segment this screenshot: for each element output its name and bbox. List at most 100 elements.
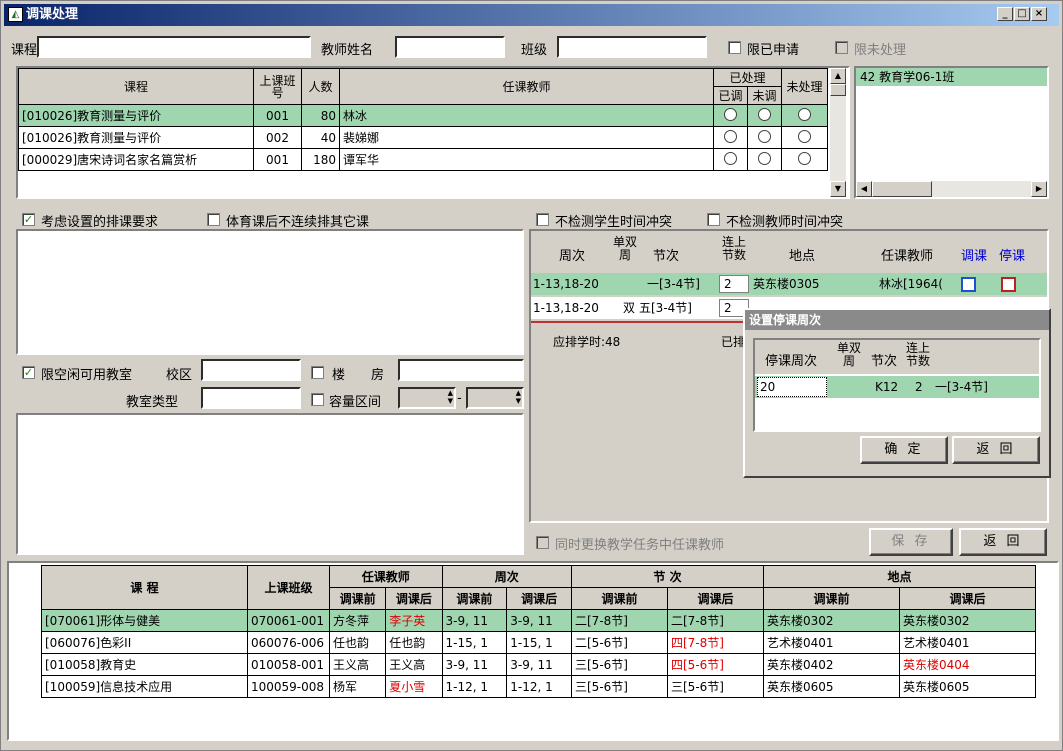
unprocessed-radio[interactable] [798, 129, 811, 143]
applied-only-checkbox[interactable] [728, 41, 741, 54]
unprocessed-radio[interactable] [798, 151, 811, 165]
table-row[interactable]: [000029]唐宋诗词名家名篇赏析 001 180 谭军华 [18, 148, 828, 171]
scroll-down-icon[interactable]: ▼ [830, 181, 846, 197]
dialog-ok-button[interactable]: 确 定 [860, 436, 948, 464]
dialog-row[interactable]: 20 K12 2 一[3-4节] [755, 376, 1039, 398]
col-not-adjusted: 未调 [747, 86, 782, 105]
table-row[interactable]: [070061]形体与健美 070061-001 方冬萍 李子英 3-9, 11… [41, 609, 1036, 632]
spinner-arrows-icon[interactable]: ▲ ▼ [516, 389, 521, 405]
chg-col-period: 节 次 [571, 565, 764, 588]
minimize-icon[interactable]: _ [997, 7, 1013, 21]
chg-col-place: 地点 [763, 565, 1036, 588]
chg-cell-weeks-before: 3-9, 11 [441, 609, 508, 632]
class-filter-label: 班级 [521, 43, 548, 58]
chg-cell-class: 070061-001 [247, 609, 330, 632]
dialog-cell-stop-weeks[interactable]: 20 [757, 377, 827, 397]
scroll-thumb[interactable] [830, 84, 846, 96]
chg-col-period-after: 调课后 [667, 587, 764, 610]
class-list-panel: 42 教育学06-1班 ◀ ▶ [854, 66, 1049, 199]
cell-count: 80 [301, 104, 340, 127]
chg-cell-place-after: 英东楼0302 [899, 609, 1036, 632]
capacity-dash: - [457, 391, 462, 406]
adjusted-radio[interactable] [724, 151, 737, 165]
table-row[interactable]: [010026]教育测量与评价 002 40 裴娣娜 [18, 126, 828, 149]
sched-cell-period: 一[3-4节] [647, 277, 700, 291]
col-teacher: 任课教师 [339, 68, 714, 105]
room-input[interactable] [398, 359, 524, 381]
chg-cell-course: [060076]色彩II [41, 631, 248, 654]
limit-free-rooms-checkbox[interactable]: ✓ [22, 366, 35, 379]
consider-requirements-checkbox[interactable]: ✓ [22, 213, 35, 226]
chg-cell-period-after: 二[7-8节] [667, 609, 764, 632]
chg-cell-period-before: 三[5-6节] [571, 675, 668, 698]
sched-cell-weeks: 1-13,18-20 [533, 277, 599, 291]
close-icon[interactable]: × [1031, 7, 1047, 21]
replace-teacher-label: 同时更换教学任务中任课教师 [555, 538, 725, 553]
dialog-back-button[interactable]: 返 回 [952, 436, 1040, 464]
room-type-input[interactable] [201, 387, 301, 409]
schedule-row[interactable]: 1-13,18-20 一[3-4节] 2 英东楼0305 林冰[1964( [531, 273, 1047, 295]
dialog-cell-period: 一[3-4节] [935, 380, 988, 394]
class-filter-input[interactable] [557, 36, 707, 58]
dialog-cell-consecutive: 2 [915, 380, 923, 394]
capacity-max-spinner[interactable]: ▲ ▼ [466, 387, 524, 409]
replace-teacher-checkbox [536, 536, 549, 549]
chg-cell-class: 010058-001 [247, 653, 330, 676]
adjusted-radio[interactable] [724, 129, 737, 143]
scroll-left-icon[interactable]: ◀ [856, 181, 872, 197]
course-table-scrollbar[interactable]: ▲ ▼ [830, 68, 846, 197]
hscroll-thumb[interactable] [872, 181, 932, 197]
back-button[interactable]: 返 回 [959, 528, 1047, 556]
class-list-hscrollbar[interactable]: ◀ ▶ [856, 181, 1047, 197]
chg-cell-weeks-before: 1-15, 1 [441, 631, 508, 654]
sched-cell-teacher: 林冰[1964( [879, 277, 943, 291]
chg-cell-teacher-before: 王义高 [328, 653, 387, 676]
no-student-conflict-checkbox[interactable] [536, 213, 549, 226]
scroll-up-icon[interactable]: ▲ [830, 68, 846, 84]
not-adjusted-radio[interactable] [758, 129, 771, 143]
table-row[interactable]: [100059]信息技术应用 100059-008 杨军 夏小雪 1-12, 1… [41, 675, 1036, 698]
campus-input[interactable] [201, 359, 301, 381]
chg-cell-period-after: 四[7-8节] [667, 631, 764, 654]
adjust-checkbox[interactable] [961, 277, 976, 292]
chg-cell-class: 060076-006 [247, 631, 330, 654]
sched-col-consecutive: 连上节数 [721, 235, 746, 262]
class-list-item[interactable]: 42 教育学06-1班 [856, 68, 1047, 86]
unprocessed-radio[interactable] [798, 107, 811, 121]
save-button[interactable]: 保 存 [869, 528, 953, 556]
adjusted-radio[interactable] [724, 107, 737, 121]
capacity-checkbox[interactable] [311, 393, 324, 406]
cell-course: [010026]教育测量与评价 [18, 126, 254, 149]
building-checkbox[interactable] [311, 366, 324, 379]
table-row[interactable]: [060076]色彩II 060076-006 任也韵 任也韵 1-15, 1 … [41, 631, 1036, 654]
stop-checkbox[interactable] [1001, 277, 1016, 292]
table-row[interactable]: [010058]教育史 010058-001 王义高 王义高 3-9, 11 3… [41, 653, 1036, 676]
no-teacher-conflict-checkbox[interactable] [707, 213, 720, 226]
chg-cell-teacher-after: 任也韵 [385, 631, 443, 654]
chg-cell-teacher-after: 夏小雪 [385, 675, 443, 698]
course-filter-input[interactable] [37, 36, 311, 58]
col-processed: 已处理 [713, 68, 782, 87]
course-table-panel: 课程 上课班号 人数 任课教师 已处理 未处理 已调 未调 [010026]教育… [16, 66, 850, 199]
chg-cell-place-before: 英东楼0402 [763, 653, 900, 676]
table-row[interactable]: [010026]教育测量与评价 001 80 林冰 [18, 104, 828, 127]
sched-cell-consecutive[interactable]: 2 [719, 275, 749, 293]
chg-col-weeks: 周次 [441, 565, 572, 588]
sched-col-teacher: 任课教师 [881, 249, 934, 264]
chg-cell-place-after: 艺术楼0401 [899, 631, 1036, 654]
capacity-min-spinner[interactable]: ▲ ▼ [398, 387, 456, 409]
teacher-filter-input[interactable] [395, 36, 505, 58]
chg-col-teacher: 任课教师 [329, 565, 443, 588]
pe-no-consecutive-label: 体育课后不连续排其它课 [226, 215, 370, 230]
maximize-icon[interactable]: □ [1014, 7, 1030, 21]
scroll-right-icon[interactable]: ▶ [1031, 181, 1047, 197]
chg-cell-teacher-before: 任也韵 [328, 631, 387, 654]
no-teacher-conflict-label: 不检测教师时间冲突 [726, 215, 844, 230]
not-adjusted-radio[interactable] [758, 107, 771, 121]
pe-no-consecutive-checkbox[interactable] [207, 213, 220, 226]
changes-panel: 课 程 上课班级 任课教师 周次 节 次 地点 调课前 调课后 调课前 调课后 … [7, 561, 1059, 741]
spinner-arrows-icon[interactable]: ▲ ▼ [448, 389, 453, 405]
not-adjusted-radio[interactable] [758, 151, 771, 165]
scheduled-hours: 已排 [721, 335, 746, 349]
chg-col-place-before: 调课前 [763, 587, 900, 610]
